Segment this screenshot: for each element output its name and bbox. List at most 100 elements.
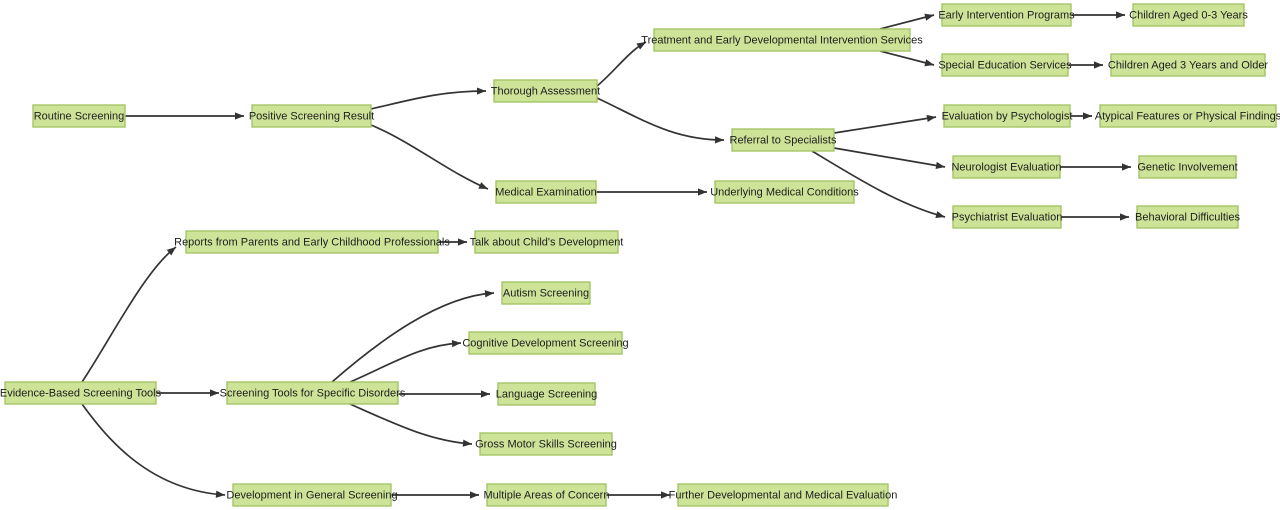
edge-routine-screening-to-positive-screening-result [125,112,244,120]
node-cognitive-development-screening[interactable]: Cognitive Development Screening [462,331,629,355]
node-gross-motor-skills-screening[interactable]: Gross Motor Skills Screening [475,432,617,456]
flowchart-canvas: Routine Screening Positive Screening Resu… [0,0,1280,510]
node-multiple-areas-of-concern[interactable]: Multiple Areas of Concern [484,483,610,507]
node-label: Children Aged 3 Years and Older [1108,59,1269,71]
node-neurologist-evaluation[interactable]: Neurologist Evaluation [951,155,1062,179]
node-label: Multiple Areas of Concern [484,489,610,501]
node-label: Psychiatrist Evaluation [952,211,1063,223]
edge-treatment-and-early-developmental-intervention-services-to-early-intervention-programs [879,13,935,30]
node-label: Screening Tools for Specific Disorders [220,387,406,399]
node-behavioral-difficulties[interactable]: Behavioral Difficulties [1135,205,1240,229]
node-genetic-involvement[interactable]: Genetic Involvement [1137,155,1238,179]
edge-arrowhead [481,390,490,398]
edge-line [596,41,647,87]
edge-arrowhead [926,114,936,122]
node-label: Reports from Parents and Early Childhood… [174,236,450,248]
edge-arrowhead [470,491,479,499]
node-label: Genetic Involvement [1137,161,1237,173]
node-label: Medical Examination [495,186,597,198]
edge-early-intervention-programs-to-children-aged-0-3-years [1071,11,1125,19]
node-label: Early Intervention Programs [938,9,1075,21]
node-talk-about-childs-development[interactable]: Talk about Child's Development [470,230,624,254]
node-early-intervention-programs[interactable]: Early Intervention Programs [938,3,1075,27]
edge-referral-to-specialists-to-evaluation-by-psychologist [833,114,937,134]
edge-thorough-assessment-to-referral-to-specialists [596,97,725,144]
node-label: Behavioral Difficulties [1135,211,1240,223]
edge-positive-screening-result-to-medical-examination [370,124,489,190]
node-evaluation-by-psychologist[interactable]: Evaluation by Psychologist [942,104,1073,128]
edge-arrowhead [924,59,934,67]
edges-layer [81,11,1131,499]
edge-line [833,116,937,134]
node-underlying-medical-conditions[interactable]: Underlying Medical Conditions [710,180,859,204]
flowchart-svg: Routine Screening Positive Screening Resu… [0,3,1280,507]
node-language-screening[interactable]: Language Screening [496,382,598,406]
edge-line [349,342,462,383]
edge-arrowhead [1116,11,1125,19]
edge-arrowhead [1083,112,1092,120]
node-medical-examination[interactable]: Medical Examination [495,180,597,204]
node-label: Development in General Screening [226,489,397,501]
edge-arrowhead [1120,213,1129,221]
node-label: Atypical Features or Physical Findings [1095,110,1280,122]
edge-screening-tools-for-specific-disorders-to-cognitive-development-screening [349,340,462,383]
node-special-education-services[interactable]: Special Education Services [938,53,1072,77]
node-development-in-general-screening[interactable]: Development in General Screening [226,483,398,507]
node-label: Further Developmental and Medical Evalua… [669,489,898,501]
node-label: Autism Screening [503,287,589,299]
node-routine-screening[interactable]: Routine Screening [32,104,126,128]
edge-line [81,246,177,383]
node-referral-to-specialists[interactable]: Referral to Specialists [730,128,837,152]
node-label: Special Education Services [938,59,1072,71]
node-treatment-and-early-developmental-intervention-services[interactable]: Treatment and Early Developmental Interv… [641,28,923,52]
edge-positive-screening-result-to-thorough-assessment [370,87,487,110]
edge-line [596,97,725,141]
node-label: Neurologist Evaluation [951,161,1061,173]
edge-arrowhead [451,340,461,348]
edge-arrowhead [476,87,486,95]
edge-treatment-and-early-developmental-intervention-services-to-special-education-services [879,50,935,67]
edge-screening-tools-for-specific-disorders-to-gross-motor-skills-screening [349,403,473,447]
nodes-layer: Routine Screening Positive Screening Resu… [0,3,1280,507]
node-screening-tools-for-specific-disorders[interactable]: Screening Tools for Specific Disorders [220,381,406,405]
node-label: Routine Screening [34,110,125,122]
node-psychiatrist-evaluation[interactable]: Psychiatrist Evaluation [952,205,1063,229]
edge-line [349,403,473,445]
edge-arrowhead [478,182,488,189]
edge-special-education-services-to-children-aged-3-years-and-older [1068,61,1103,69]
node-label: Thorough Assessment [491,85,600,97]
edge-arrowhead [458,238,467,246]
edge-line [370,90,487,110]
edge-arrowhead [1094,61,1103,69]
edge-thorough-assessment-to-treatment-and-early-developmental-intervention-services [596,41,647,87]
node-label: Underlying Medical Conditions [710,186,859,198]
edge-arrowhead [210,389,219,397]
edge-line [370,124,489,190]
node-label: Treatment and Early Developmental Interv… [641,34,923,46]
edge-line [81,403,226,496]
node-autism-screening[interactable]: Autism Screening [501,281,591,305]
edge-line [833,147,946,168]
node-label: Gross Motor Skills Screening [475,438,617,450]
edge-arrowhead [1122,163,1131,171]
node-thorough-assessment[interactable]: Thorough Assessment [491,79,600,103]
node-children-aged-0-3-years[interactable]: Children Aged 0-3 Years [1129,3,1248,27]
edge-evaluation-by-psychologist-to-atypical-features-or-physical-findings [1070,112,1092,120]
edge-neurologist-evaluation-to-genetic-involvement [1060,163,1131,171]
node-label: Talk about Child's Development [470,236,624,248]
node-evidence-based-screening-tools[interactable]: Evidence-Based Screening Tools [0,381,162,405]
node-further-developmental-and-medical-evaluation[interactable]: Further Developmental and Medical Evalua… [669,483,898,507]
edge-multiple-areas-of-concern-to-further-developmental-and-medical-evaluation [606,491,670,499]
node-children-aged-3-years-and-older[interactable]: Children Aged 3 Years and Older [1108,53,1269,77]
edge-medical-examination-to-underlying-medical-conditions [596,188,707,196]
node-atypical-features-or-physical-findings[interactable]: Atypical Features or Physical Findings [1095,104,1280,128]
edge-screening-tools-for-specific-disorders-to-language-screening [398,390,490,398]
edge-evidence-based-screening-tools-to-development-in-general-screening [81,403,226,498]
node-positive-screening-result[interactable]: Positive Screening Result [249,104,374,128]
edge-arrowhead [714,136,724,144]
node-reports-from-parents-and-early-childhood-professionals[interactable]: Reports from Parents and Early Childhood… [174,230,450,254]
edge-development-in-general-screening-to-multiple-areas-of-concern [391,491,479,499]
edge-arrowhead [924,13,934,21]
edge-arrowhead [235,112,244,120]
node-label: Children Aged 0-3 Years [1129,9,1248,21]
